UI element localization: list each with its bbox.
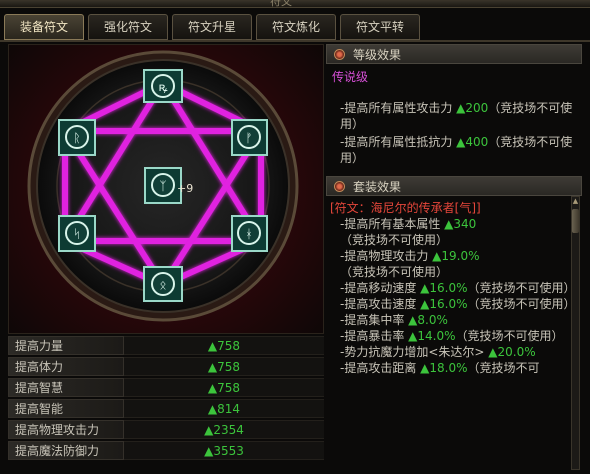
stat-value: ▲814 <box>124 399 324 418</box>
scrollbar-thumb[interactable] <box>572 209 579 233</box>
stat-name: 提高力量 <box>8 336 124 355</box>
stat-row: 提高体力 ▲758 <box>8 357 324 376</box>
stat-value: ▲758 <box>124 357 324 376</box>
rune-grade: 传说级 <box>332 70 369 84</box>
stat-name: 提高智慧 <box>8 378 124 397</box>
rune-slot-lower-left: ᛋ <box>58 215 96 252</box>
rune-slot-upper-right: ᚠ <box>231 119 268 156</box>
rune-slot-upper-left: ᚱ <box>58 119 96 156</box>
window-title: 符文 <box>270 0 292 8</box>
stat-row: 提高智能 ▲814 <box>8 399 324 418</box>
tab-rune-transfer[interactable]: 符文平转 <box>340 14 420 40</box>
set-effect-line: -提高攻击速度 ▲16.0%（竞技场不可使用） <box>340 297 576 311</box>
rune-slot-lower-right: ᚼ <box>231 215 268 252</box>
tab-divider <box>0 40 590 42</box>
set-effect-header: 套装效果 <box>326 176 582 196</box>
set-effect-line: -势力抗魔力增加<朱达尔> ▲20.0% <box>340 345 536 359</box>
effects-panel: 等级效果 传说级 -提高所有属性攻击力 ▲200（竞技场不可使用） -提高所有属… <box>326 44 582 474</box>
set-effect-line: -提高所有基本属性 ▲340（竞技场不可使用） <box>340 217 477 247</box>
center-rune-level: +9 <box>177 182 193 195</box>
ruby-dot-icon <box>334 181 345 192</box>
svg-text:ᛟ: ᛟ <box>159 278 166 292</box>
level-effect-title: 等级效果 <box>353 48 402 62</box>
stat-name: 提高智能 <box>8 399 124 418</box>
svg-text:ᛋ: ᛋ <box>73 227 80 241</box>
set-effect-line: -提高暴击率 ▲14.0%（竞技场不可使用） <box>340 329 564 343</box>
rune-slot-top: ꝶ <box>143 69 183 103</box>
stat-row: 提高智慧 ▲758 <box>8 378 324 397</box>
tab-bar: 装备符文 强化符文 符文升星 符文炼化 符文平转 <box>4 14 420 40</box>
set-effect-line: -提高移动速度 ▲16.0%（竞技场不可使用） <box>340 281 576 295</box>
set-effect-title: 套装效果 <box>353 180 402 194</box>
svg-text:ᚱ: ᚱ <box>73 131 80 145</box>
tab-rune-star-up[interactable]: 符文升星 <box>172 14 252 40</box>
stat-row: 提高魔法防御力 ▲3553 <box>8 441 324 460</box>
rune-slot-bottom: ᛟ <box>143 266 183 302</box>
stat-name: 提高体力 <box>8 357 124 376</box>
rune-slot-center: ᛉ <box>144 167 182 204</box>
stat-value: ▲3553 <box>124 441 324 460</box>
set-effect-line: -提高攻击距离 ▲18.0%（竞技场不可 <box>340 361 540 375</box>
stat-value: ▲758 <box>124 336 324 355</box>
set-name: [符文：海尼尔的传承者[气]] <box>330 201 481 215</box>
stat-row: 提高物理攻击力 ▲2354 <box>8 420 324 439</box>
svg-text:ᚼ: ᚼ <box>245 227 252 241</box>
stat-name: 提高物理攻击力 <box>8 420 124 439</box>
rune-circle-art: ꝶ ᚠ ᚼ ᛟ ᛋ ᚱ ᛉ +9 <box>27 50 299 322</box>
set-effect-line: -提高物理攻击力 ▲19.0%（竞技场不可使用） <box>340 249 480 279</box>
stat-value: ▲758 <box>124 378 324 397</box>
level-effect-header: 等级效果 <box>326 44 582 64</box>
level-effect-line: -提高所有属性攻击力 ▲200（竞技场不可使用） <box>340 101 573 131</box>
set-effect-line: -提高集中率 ▲8.0% <box>340 313 448 327</box>
set-effect-scrollbar[interactable]: ▲ <box>571 196 580 470</box>
rune-circle-panel: ꝶ ᚠ ᚼ ᛟ ᛋ ᚱ ᛉ +9 <box>8 44 324 334</box>
window-titlebar: 符文 <box>0 0 590 8</box>
rune-stats-list: 提高力量 ▲758 提高体力 ▲758 提高智慧 ▲758 提高智能 ▲814 … <box>8 336 324 462</box>
stat-name: 提高魔法防御力 <box>8 441 124 460</box>
svg-text:ꝶ: ꝶ <box>158 80 167 94</box>
ruby-dot-icon <box>334 49 345 60</box>
stat-row: 提高力量 ▲758 <box>8 336 324 355</box>
tab-equip-rune[interactable]: 装备符文 <box>4 14 84 40</box>
svg-text:ᛉ: ᛉ <box>159 179 166 193</box>
level-effect-line: -提高所有属性抵抗力 ▲400（竞技场不可使用） <box>340 135 573 165</box>
svg-text:ᚠ: ᚠ <box>245 131 252 145</box>
arrow-up-icon[interactable]: ▲ <box>572 197 579 206</box>
set-effect-scroll-area[interactable]: [符文：海尼尔的传承者[气]] -提高所有基本属性 ▲340（竞技场不可使用） … <box>326 196 582 470</box>
tab-rune-refine[interactable]: 符文炼化 <box>256 14 336 40</box>
stat-value: ▲2354 <box>124 420 324 439</box>
tab-enhance-rune[interactable]: 强化符文 <box>88 14 168 40</box>
